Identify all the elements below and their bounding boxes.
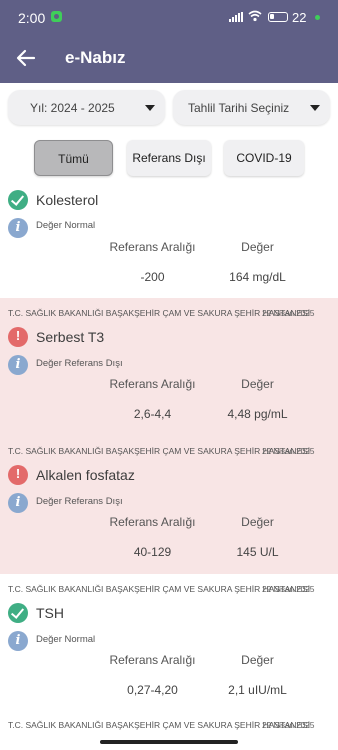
value-status: Değer Referans Dışı xyxy=(36,496,123,507)
test-date-dropdown-label: Tahlil Tarihi Seçiniz xyxy=(188,101,290,115)
result-date: 22 Nisan 2025 xyxy=(262,308,315,318)
result-card[interactable]: T.C. SAĞLIK BAKANLIĞI BAŞAKŞEHİR ÇAM VE … xyxy=(0,712,338,750)
normal-check-icon xyxy=(8,603,28,623)
caret-down-icon xyxy=(310,105,320,111)
reference-range-header: Referans Aralığı xyxy=(109,240,196,254)
reference-range-value: 40-129 xyxy=(133,545,172,559)
year-dropdown[interactable]: Yıl: 2024 - 2025 xyxy=(8,90,165,125)
status-bar: 2:00 22 xyxy=(0,0,338,33)
test-name: Kolesterol xyxy=(36,192,99,208)
app-title: e-Nabız xyxy=(65,48,126,67)
result-value: 2,1 uIU/mL xyxy=(228,683,287,697)
info-icon xyxy=(8,355,28,375)
test-date-dropdown[interactable]: Tahlil Tarihi Seçiniz xyxy=(173,90,330,125)
info-icon xyxy=(8,493,28,513)
signal-icon xyxy=(229,12,243,22)
value-status: Değer Referans Dışı xyxy=(36,358,123,369)
value-status: Değer Normal xyxy=(36,220,96,231)
caret-down-icon xyxy=(145,105,155,111)
reference-range-value: 2,6-4,4 xyxy=(133,407,172,421)
status-time: 2:00 xyxy=(18,10,46,26)
battery-icon xyxy=(268,12,288,22)
back-arrow-icon[interactable] xyxy=(14,46,38,70)
result-card[interactable]: T.C. SAĞLIK BAKANLIĞI BAŞAKŞEHİR ÇAM VE … xyxy=(0,436,338,574)
value-status: Değer Normal xyxy=(36,634,96,645)
tab-all[interactable]: Tümü xyxy=(34,140,113,176)
test-name: Serbest T3 xyxy=(36,329,105,345)
result-card[interactable]: T.C. SAĞLIK BAKANLIĞI BAŞAKŞEHİR ÇAM VE … xyxy=(0,574,338,712)
privacy-indicator-dot xyxy=(315,15,320,20)
year-dropdown-label: Yıl: 2024 - 2025 xyxy=(30,101,115,115)
result-date: 22 Nisan 2025 xyxy=(262,446,315,456)
normal-check-icon xyxy=(8,190,28,210)
result-value: 4,48 pg/mL xyxy=(227,407,288,421)
result-value: 145 U/L xyxy=(236,545,279,559)
result-card[interactable]: Kolesterol Değer Normal Referans Aralığı… xyxy=(0,182,338,298)
reference-range-header: Referans Aralığı xyxy=(109,515,196,529)
reference-range-header: Referans Aralığı xyxy=(109,377,196,391)
results-list[interactable]: Kolesterol Değer Normal Referans Aralığı… xyxy=(0,182,338,750)
result-date: 22 Nisan 2025 xyxy=(262,584,315,594)
result-date: 22 Nisan 2025 xyxy=(262,720,315,730)
value-header: Değer xyxy=(241,653,274,667)
tab-out-of-reference[interactable]: Referans Dışı xyxy=(127,140,211,176)
result-value: 164 mg/dL xyxy=(229,270,286,284)
info-icon xyxy=(8,218,28,238)
warning-icon xyxy=(8,465,28,485)
battery-percentage: 22 xyxy=(292,10,307,25)
app-bar: e-Nabız xyxy=(0,33,338,83)
result-card[interactable]: T.C. SAĞLIK BAKANLIĞI BAŞAKŞEHİR ÇAM VE … xyxy=(0,298,338,436)
reference-range-value: 0,27-4,20 xyxy=(127,683,178,697)
test-name: Alkalen fosfataz xyxy=(36,467,135,483)
value-header: Değer xyxy=(241,240,274,254)
tab-covid-19[interactable]: COVID-19 xyxy=(224,140,304,176)
reference-range-value: -200 xyxy=(140,270,165,284)
test-name: TSH xyxy=(36,605,64,621)
info-icon xyxy=(8,631,28,651)
warning-icon xyxy=(8,327,28,347)
wifi-icon xyxy=(248,10,262,22)
value-header: Değer xyxy=(241,515,274,529)
whatsapp-notification-icon xyxy=(51,11,62,22)
home-indicator[interactable] xyxy=(100,740,238,744)
value-header: Değer xyxy=(241,377,274,391)
reference-range-header: Referans Aralığı xyxy=(109,653,196,667)
